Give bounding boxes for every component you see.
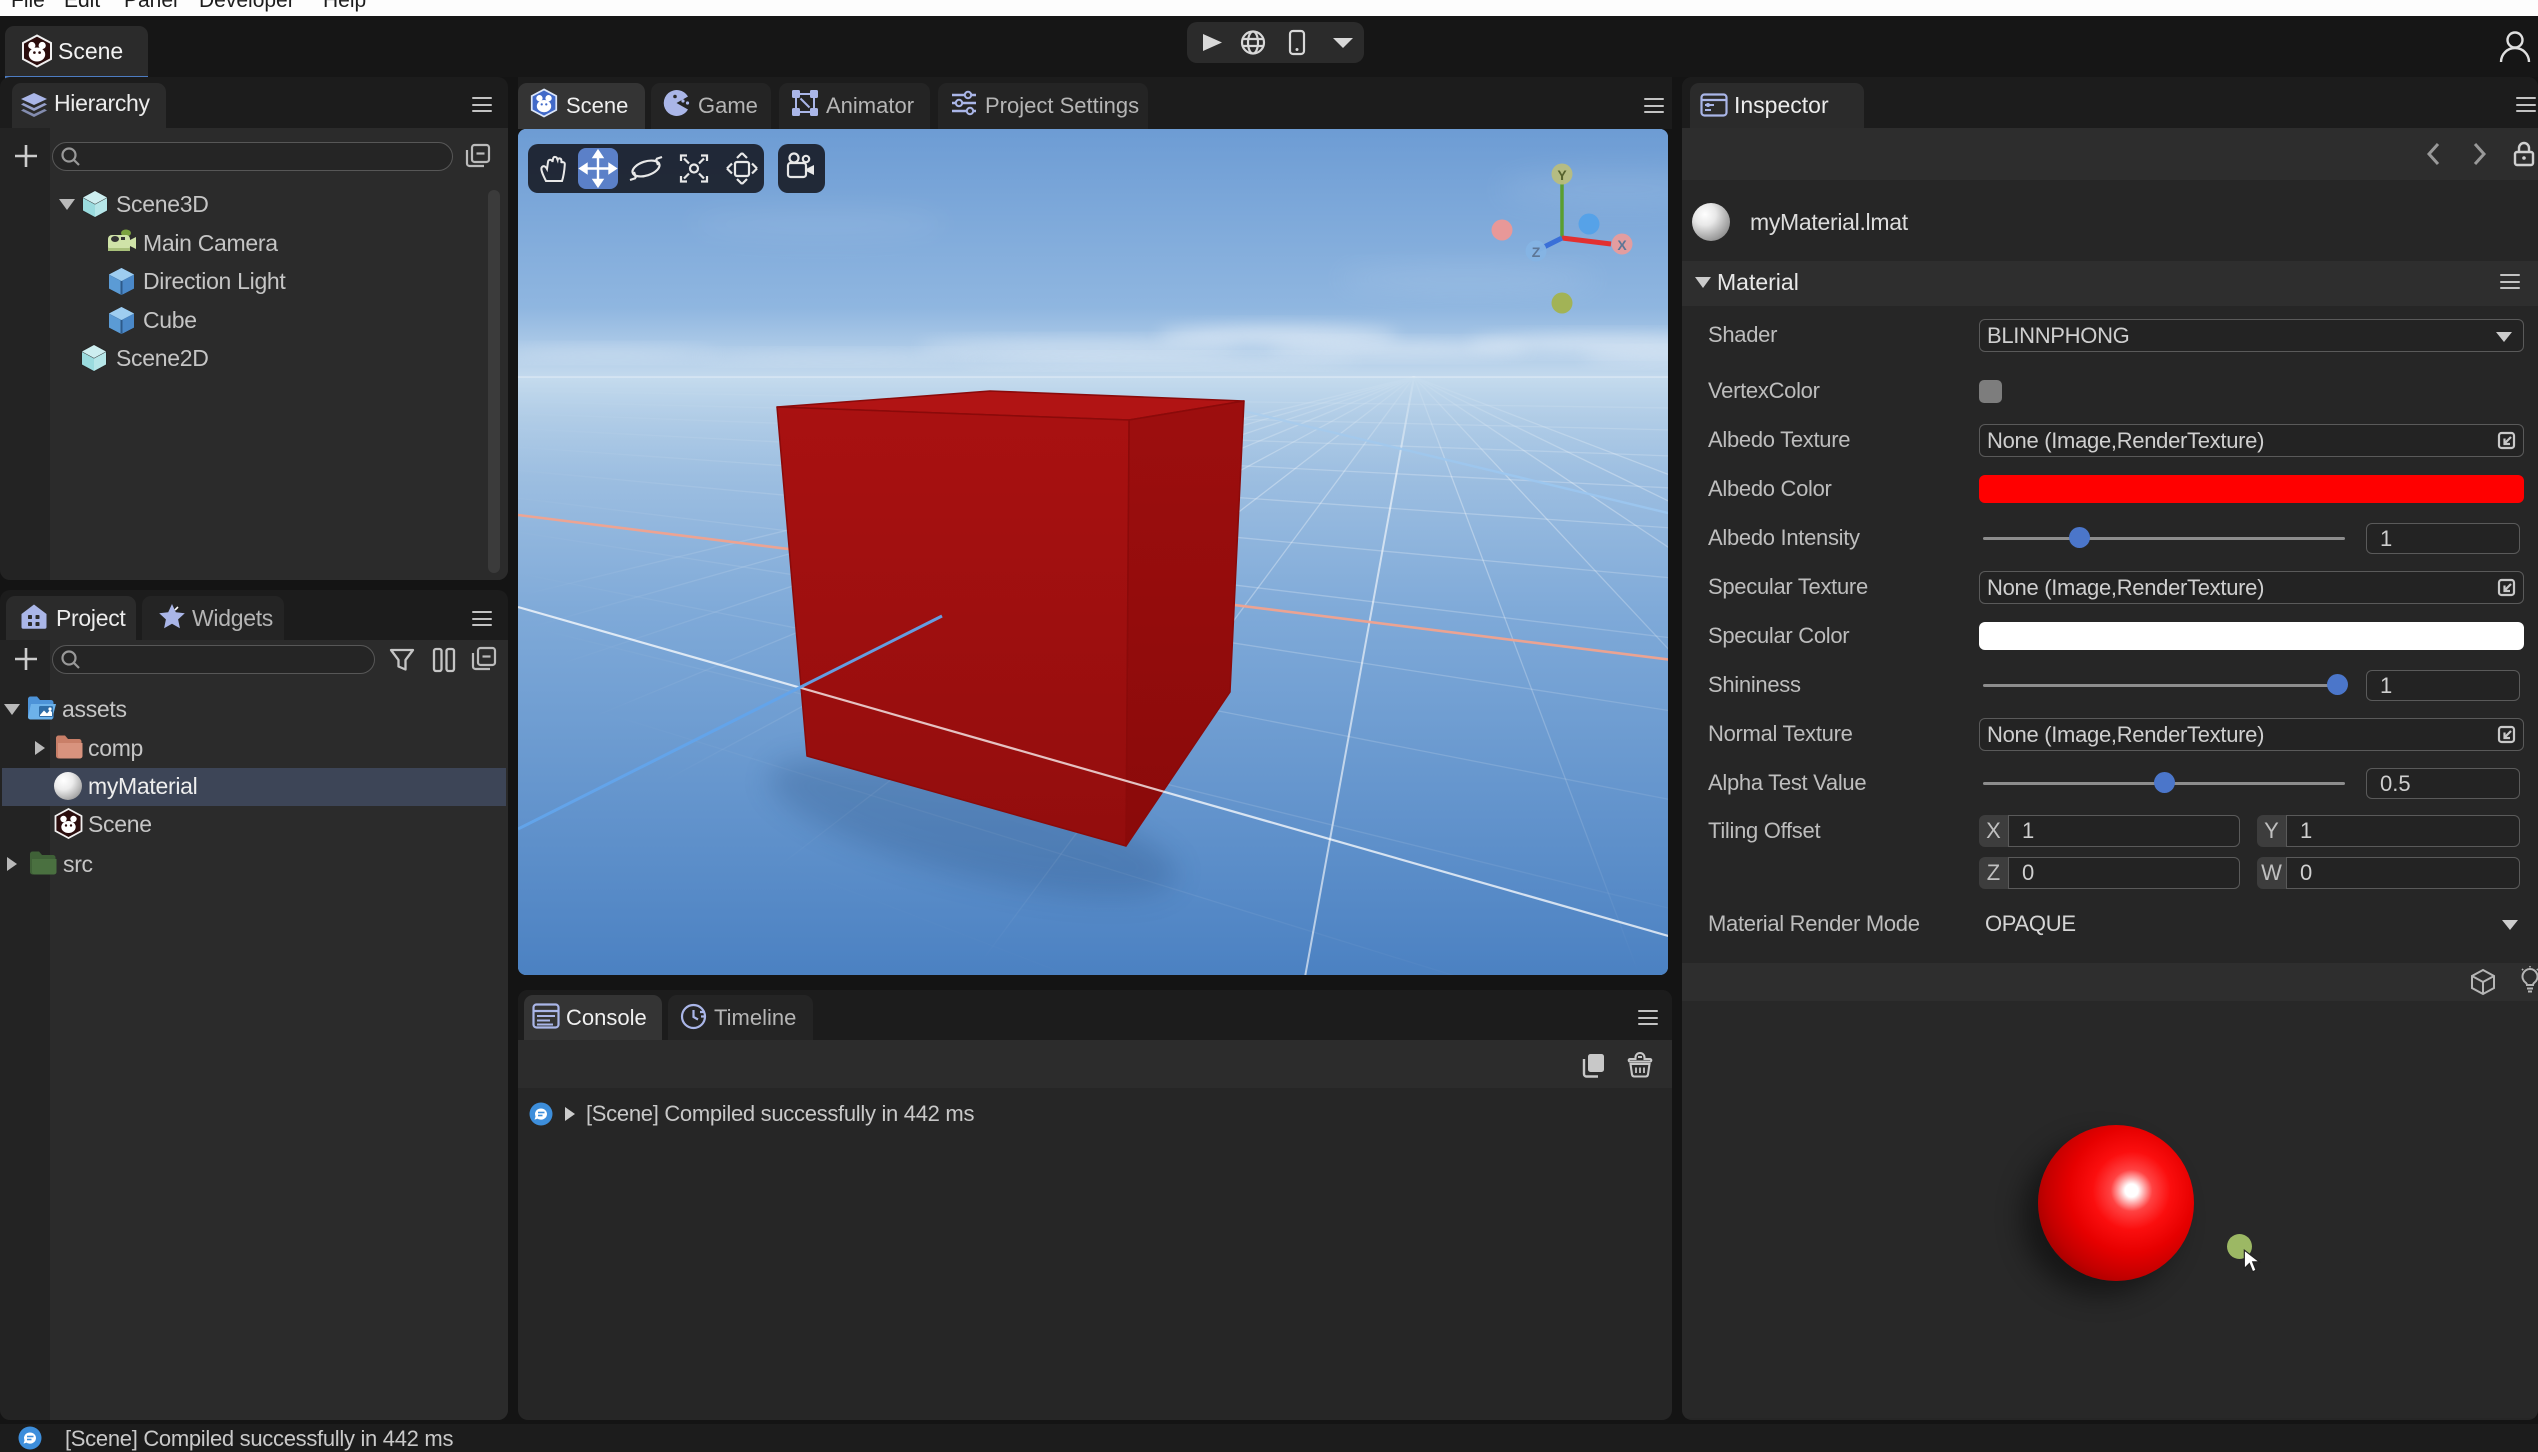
svg-text:X: X xyxy=(1617,237,1627,253)
svg-text:Z: Z xyxy=(1532,244,1541,260)
svg-text:Y: Y xyxy=(1557,167,1567,183)
